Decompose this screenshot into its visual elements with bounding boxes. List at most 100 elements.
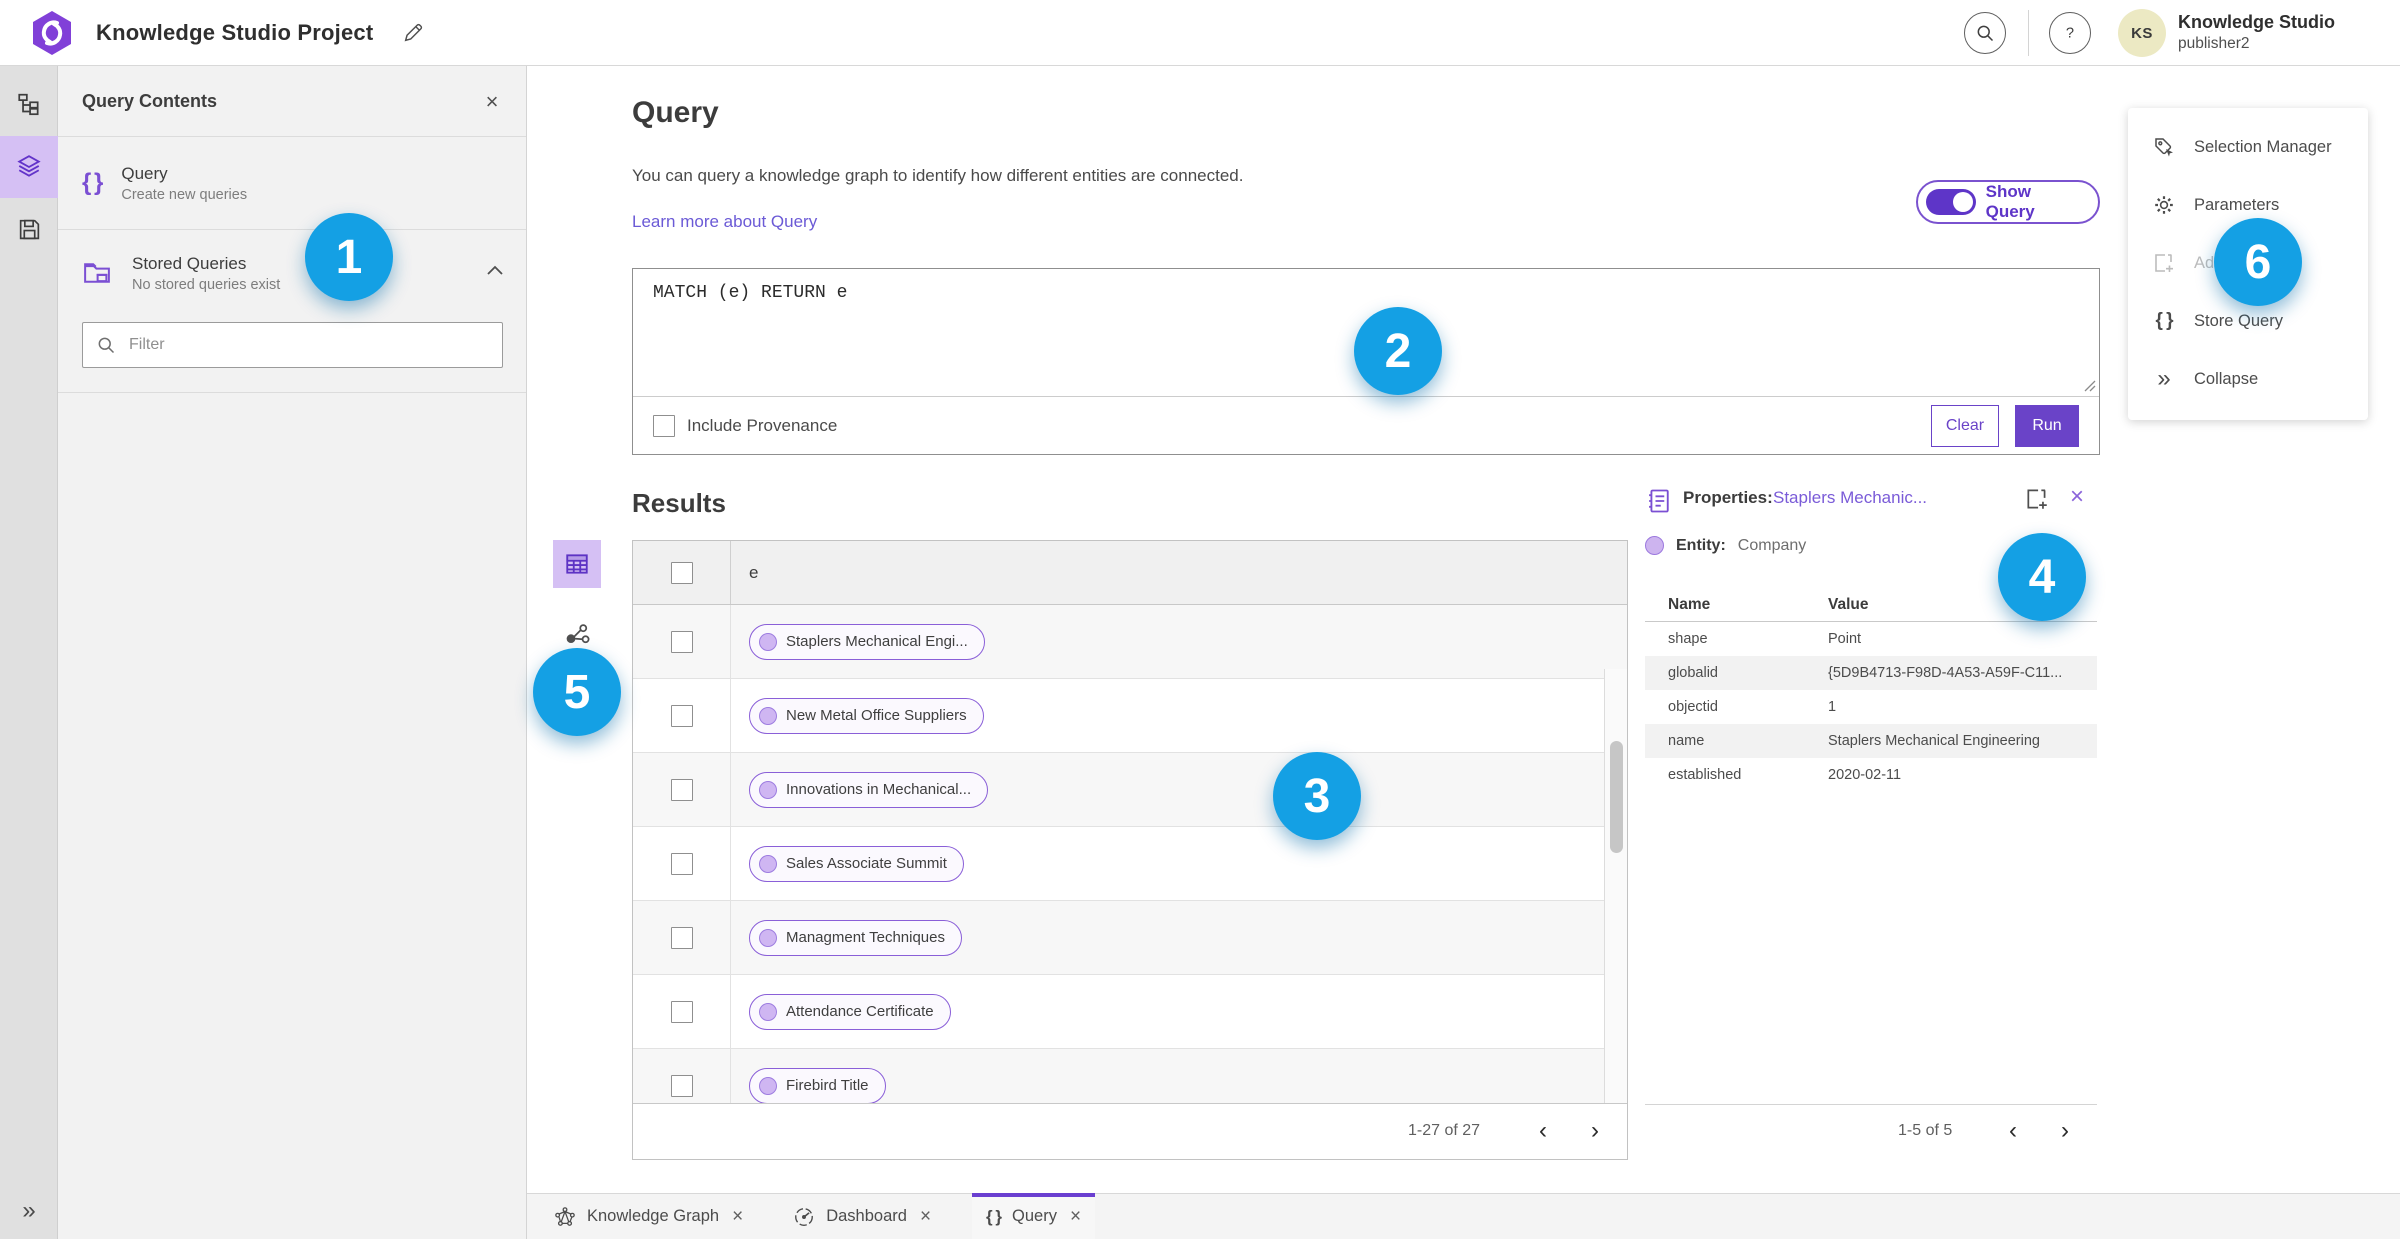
rail-item-contents[interactable]: [0, 74, 58, 136]
double-chevron-right-icon: »: [2157, 365, 2171, 392]
properties-next-page-button[interactable]: ›: [2048, 1114, 2082, 1148]
query-contents-panel: Query Contents × { } Query Create new qu…: [58, 66, 527, 1239]
table-row: Attendance Certificate: [633, 975, 1627, 1049]
stored-queries-subtitle: No stored queries exist: [132, 276, 281, 293]
row-checkbox[interactable]: [670, 926, 693, 949]
include-provenance-checkbox[interactable]: [653, 415, 675, 437]
close-tab-icon[interactable]: ×: [732, 1206, 743, 1228]
annotation-badge-2: 2: [1354, 307, 1442, 395]
close-tab-icon[interactable]: ×: [920, 1206, 931, 1228]
results-table: e Staplers Mechanical Engi... New Metal …: [632, 540, 1628, 1160]
row-checkbox[interactable]: [670, 852, 693, 875]
entity-pill[interactable]: New Metal Office Suppliers: [749, 697, 984, 734]
column-header-e: e: [749, 562, 759, 582]
user-role: publisher2: [2178, 34, 2250, 52]
rail-item-layers[interactable]: [0, 136, 58, 198]
close-panel-button[interactable]: ×: [478, 88, 506, 116]
braces-icon: { }: [2155, 310, 2173, 331]
annotation-badge-6: 6: [2214, 218, 2302, 306]
user-menu[interactable]: Knowledge Studio publisher2: [2178, 11, 2335, 53]
entity-swatch-icon: [759, 780, 777, 799]
properties-table: Name Value shape Point globalid {5D9B471…: [1645, 596, 2097, 792]
learn-more-link[interactable]: Learn more about Query: [632, 212, 817, 232]
menu-item-label: Store Query: [2194, 311, 2283, 330]
results-table-body: Staplers Mechanical Engi... New Metal Of…: [633, 605, 1627, 1103]
search-button[interactable]: [1964, 12, 2006, 54]
entity-pill[interactable]: Innovations in Mechanical...: [749, 771, 989, 808]
query-description: You can query a knowledge graph to ident…: [632, 166, 1244, 185]
add-to-map-button[interactable]: [2024, 486, 2050, 512]
knowledge-studio-app: Knowledge Studio Project ? KS Knowledge …: [0, 0, 2400, 1239]
link-chart-icon: [566, 624, 590, 644]
next-page-button[interactable]: ›: [1578, 1114, 1612, 1148]
query-text-input[interactable]: MATCH (e) RETURN e: [653, 283, 847, 303]
entity-pill[interactable]: Sales Associate Summit: [749, 845, 964, 882]
panel-title: Query Contents: [82, 90, 218, 111]
menu-item-label: Collapse: [2194, 369, 2259, 388]
expand-rail-button[interactable]: »: [0, 1191, 58, 1231]
edit-title-button[interactable]: [398, 18, 428, 48]
entity-pill[interactable]: Firebird Title: [749, 1067, 886, 1103]
rail-item-save[interactable]: [0, 198, 58, 260]
entity-swatch-icon: [759, 854, 777, 873]
entity-pill[interactable]: Managment Techniques: [749, 919, 962, 956]
row-checkbox[interactable]: [670, 1074, 693, 1097]
properties-label: Properties:: [1683, 488, 1773, 507]
entity-type-value: Company: [1737, 536, 1807, 554]
tab-knowledge-graph[interactable]: Knowledge Graph ×: [540, 1194, 757, 1239]
knowledge-graph-icon: [554, 1206, 576, 1228]
knowledge-studio-logo-icon[interactable]: [28, 9, 76, 57]
show-query-toggle[interactable]: Show Query: [1916, 180, 2100, 224]
table-icon: [566, 554, 588, 574]
selected-entity-link[interactable]: Staplers Mechanic...: [1773, 488, 1927, 508]
sidebar-item-stored-queries[interactable]: Stored Queries No stored queries exist: [58, 230, 526, 316]
filter-input[interactable]: [82, 322, 503, 368]
results-scrollbar[interactable]: [1604, 669, 1627, 1103]
panel-divider: [58, 392, 526, 393]
help-icon: ?: [2066, 26, 2074, 42]
menu-item-collapse[interactable]: » Collapse: [2128, 350, 2368, 408]
entity-pill[interactable]: Staplers Mechanical Engi...: [749, 623, 985, 660]
property-row: shape Point: [1645, 622, 2097, 656]
scrollbar-thumb[interactable]: [1610, 741, 1623, 853]
selection-manager-icon: [2150, 135, 2178, 159]
user-avatar[interactable]: KS: [2118, 9, 2166, 57]
entity-pill[interactable]: Attendance Certificate: [749, 993, 951, 1030]
annotation-badge-1: 1: [305, 213, 393, 301]
clear-button[interactable]: Clear: [1931, 405, 1999, 447]
properties-page-range: 1-5 of 5: [1898, 1122, 1953, 1139]
menu-item-selection-manager[interactable]: Selection Manager: [2128, 118, 2368, 176]
double-chevron-right-icon: »: [22, 1197, 36, 1224]
results-page-range: 1-27 of 27: [1408, 1122, 1481, 1139]
table-view-button[interactable]: [553, 540, 601, 588]
entity-swatch-icon: [759, 928, 777, 947]
row-checkbox[interactable]: [670, 704, 693, 727]
results-table-header: e: [633, 541, 1627, 605]
previous-page-button[interactable]: ‹: [1526, 1114, 1560, 1148]
layers-icon: [17, 155, 41, 177]
sidebar-item-query[interactable]: { } Query Create new queries: [58, 137, 526, 230]
properties-previous-page-button[interactable]: ‹: [1996, 1114, 2030, 1148]
user-name: Knowledge Studio: [2178, 12, 2335, 32]
row-checkbox[interactable]: [670, 1000, 693, 1023]
braces-icon: { }: [986, 1206, 1002, 1226]
query-item-title: Query: [121, 163, 168, 183]
braces-icon: { }: [82, 169, 103, 196]
row-checkbox[interactable]: [670, 630, 693, 653]
tab-query[interactable]: { } Query ×: [972, 1193, 1096, 1239]
resize-handle[interactable]: [2082, 378, 2096, 392]
help-button[interactable]: ?: [2049, 12, 2091, 54]
entity-swatch-icon: [759, 1076, 777, 1095]
property-row: globalid {5D9B4713-F98D-4A53-A59F-C11...: [1645, 656, 2097, 690]
collapse-section-button[interactable]: [486, 264, 504, 276]
properties-doc-icon: [1645, 487, 1673, 515]
annotation-badge-5: 5: [533, 648, 621, 736]
entity-type-row: Entity: Company: [1645, 536, 1806, 555]
close-properties-button[interactable]: ×: [2070, 483, 2084, 511]
entity-swatch-icon: [759, 706, 777, 725]
select-all-checkbox[interactable]: [670, 561, 693, 584]
row-checkbox[interactable]: [670, 778, 693, 801]
close-tab-icon[interactable]: ×: [1070, 1206, 1081, 1228]
run-button[interactable]: Run: [2015, 405, 2079, 447]
tab-dashboard[interactable]: Dashboard ×: [779, 1194, 945, 1239]
